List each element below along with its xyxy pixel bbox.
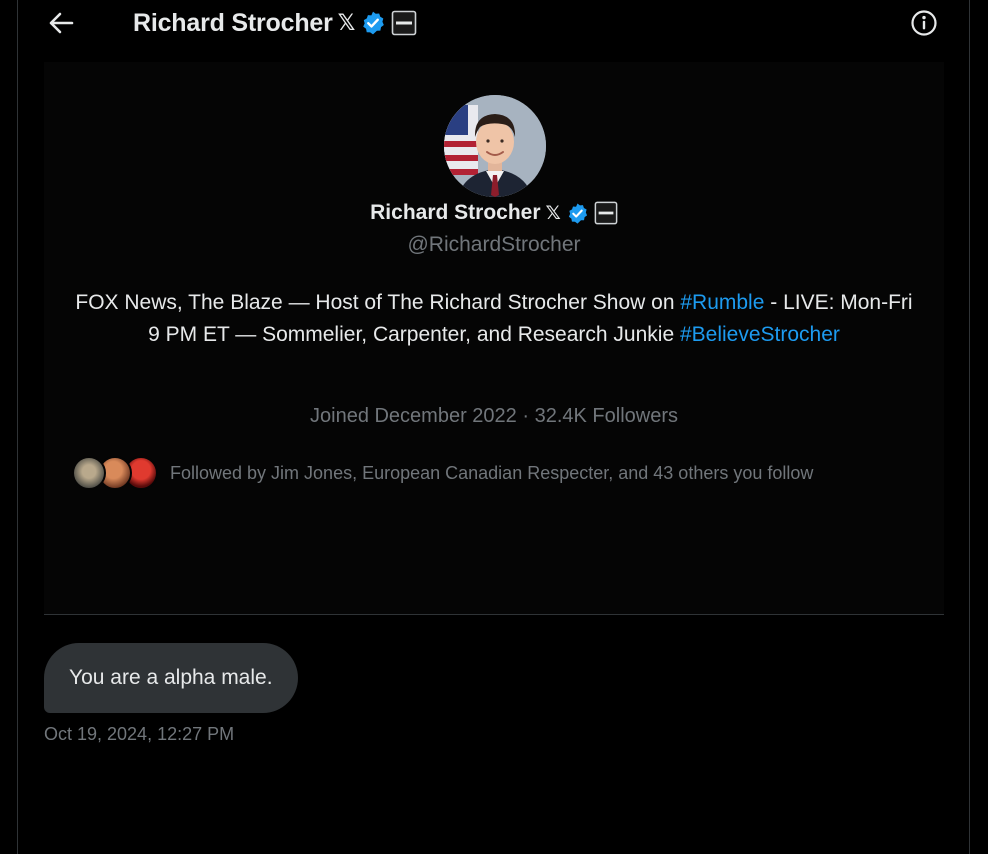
profile-bio: FOX News, The Blaze — Host of The Richar… xyxy=(74,287,914,351)
profile-avatar[interactable] xyxy=(444,95,546,197)
follower-avatar xyxy=(72,456,106,490)
back-arrow-icon xyxy=(48,12,74,34)
followed-by-text: Followed by Jim Jones, European Canadian… xyxy=(170,462,814,483)
profile-card[interactable]: Richard Strocher 𝕏 @RichardStrocher FOX … xyxy=(44,62,944,615)
conversation-panel: Richard Strocher 𝕏 Richard Strocher 𝕏 @R… xyxy=(17,0,970,854)
divider xyxy=(44,614,944,615)
verified-badge-icon xyxy=(566,202,589,225)
profile-meta: Joined December 2022 · 32.4K Followers xyxy=(44,405,944,428)
profile-name-row: Richard Strocher 𝕏 xyxy=(44,198,944,228)
header-title[interactable]: Richard Strocher 𝕏 xyxy=(133,6,417,40)
info-icon xyxy=(910,9,938,37)
message-timestamp: Oct 19, 2024, 12:27 PM xyxy=(44,724,235,744)
x-glyph: 𝕏 xyxy=(545,202,561,224)
x-glyph: 𝕏 xyxy=(337,10,356,35)
message-bubble[interactable]: You are a alpha male. xyxy=(44,643,298,713)
meta-separator: · xyxy=(522,405,530,427)
info-button[interactable] xyxy=(909,8,939,38)
header-display-name: Richard Strocher xyxy=(133,8,333,37)
back-button[interactable] xyxy=(46,8,76,38)
followed-by-row[interactable]: Followed by Jim Jones, European Canadian… xyxy=(72,453,932,493)
hashtag-link[interactable]: #BelieveStrocher xyxy=(680,323,840,346)
profile-display-name: Richard Strocher xyxy=(370,201,541,224)
affiliate-badge-icon xyxy=(391,10,417,36)
hashtag-link[interactable]: #Rumble xyxy=(680,291,764,314)
bio-text: FOX News, The Blaze — Host of The Richar… xyxy=(75,291,681,314)
message-text: You are a alpha male. xyxy=(69,666,273,689)
profile-handle: @RichardStrocher xyxy=(407,233,581,256)
verified-badge-icon xyxy=(360,10,386,36)
conversation-header: Richard Strocher 𝕏 xyxy=(18,0,971,46)
joined-date: Joined December 2022 xyxy=(310,405,517,427)
affiliate-badge-icon xyxy=(594,201,618,225)
followers-count[interactable]: 32.4K Followers xyxy=(535,405,678,427)
follower-facepile xyxy=(72,454,164,492)
